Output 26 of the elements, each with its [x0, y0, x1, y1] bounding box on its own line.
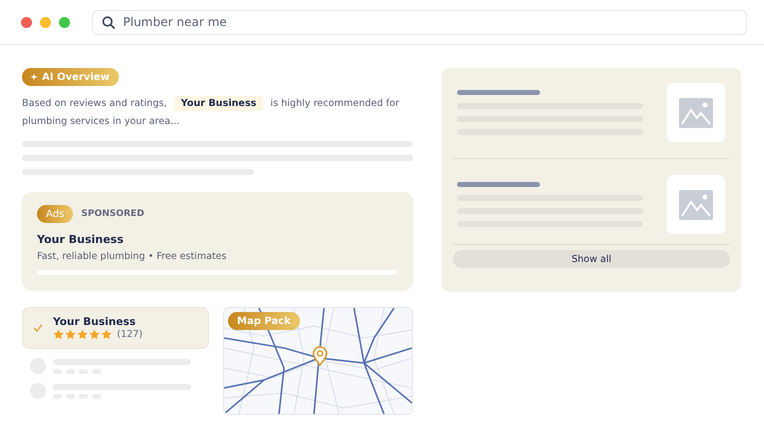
- ad-description: Fast, reliable plumbing • Free estimates: [37, 251, 228, 262]
- show-all-button[interactable]: Show all: [453, 250, 730, 268]
- star-icon: [101, 329, 112, 340]
- sparkle-icon: [30, 73, 38, 81]
- star-icon: [53, 329, 64, 340]
- image-icon: [679, 190, 713, 220]
- star-icon: [89, 329, 100, 340]
- search-icon: [102, 16, 115, 28]
- ad-card[interactable]: Ads SPONSORED Your Business Fast, reliable plumbing • Free estimates: [22, 192, 413, 290]
- map-pin-icon: [312, 346, 328, 366]
- ai-overview-badge: AI Overview: [22, 68, 119, 86]
- maximize-dot[interactable]: [59, 16, 70, 28]
- close-dot[interactable]: [21, 16, 32, 28]
- minimize-dot[interactable]: [40, 16, 51, 28]
- business-listing[interactable]: Your Business (127): [22, 307, 209, 349]
- sponsored-label: SPONSORED: [81, 209, 144, 219]
- ad-title: Your Business: [37, 233, 125, 246]
- star-icon: [65, 329, 76, 340]
- overview-text: Based on reviews and ratings, Your Business is highly recommended for plumbing services in your area...: [22, 95, 400, 129]
- review-count: (127): [117, 329, 143, 340]
- map-pack-badge: Map Pack: [228, 312, 300, 330]
- star-icon: [77, 329, 88, 340]
- search-field[interactable]: Plumber near me: [92, 10, 747, 34]
- ads-badge: Ads: [37, 205, 74, 223]
- image-icon: [679, 98, 713, 128]
- business-name: Your Business: [53, 316, 137, 328]
